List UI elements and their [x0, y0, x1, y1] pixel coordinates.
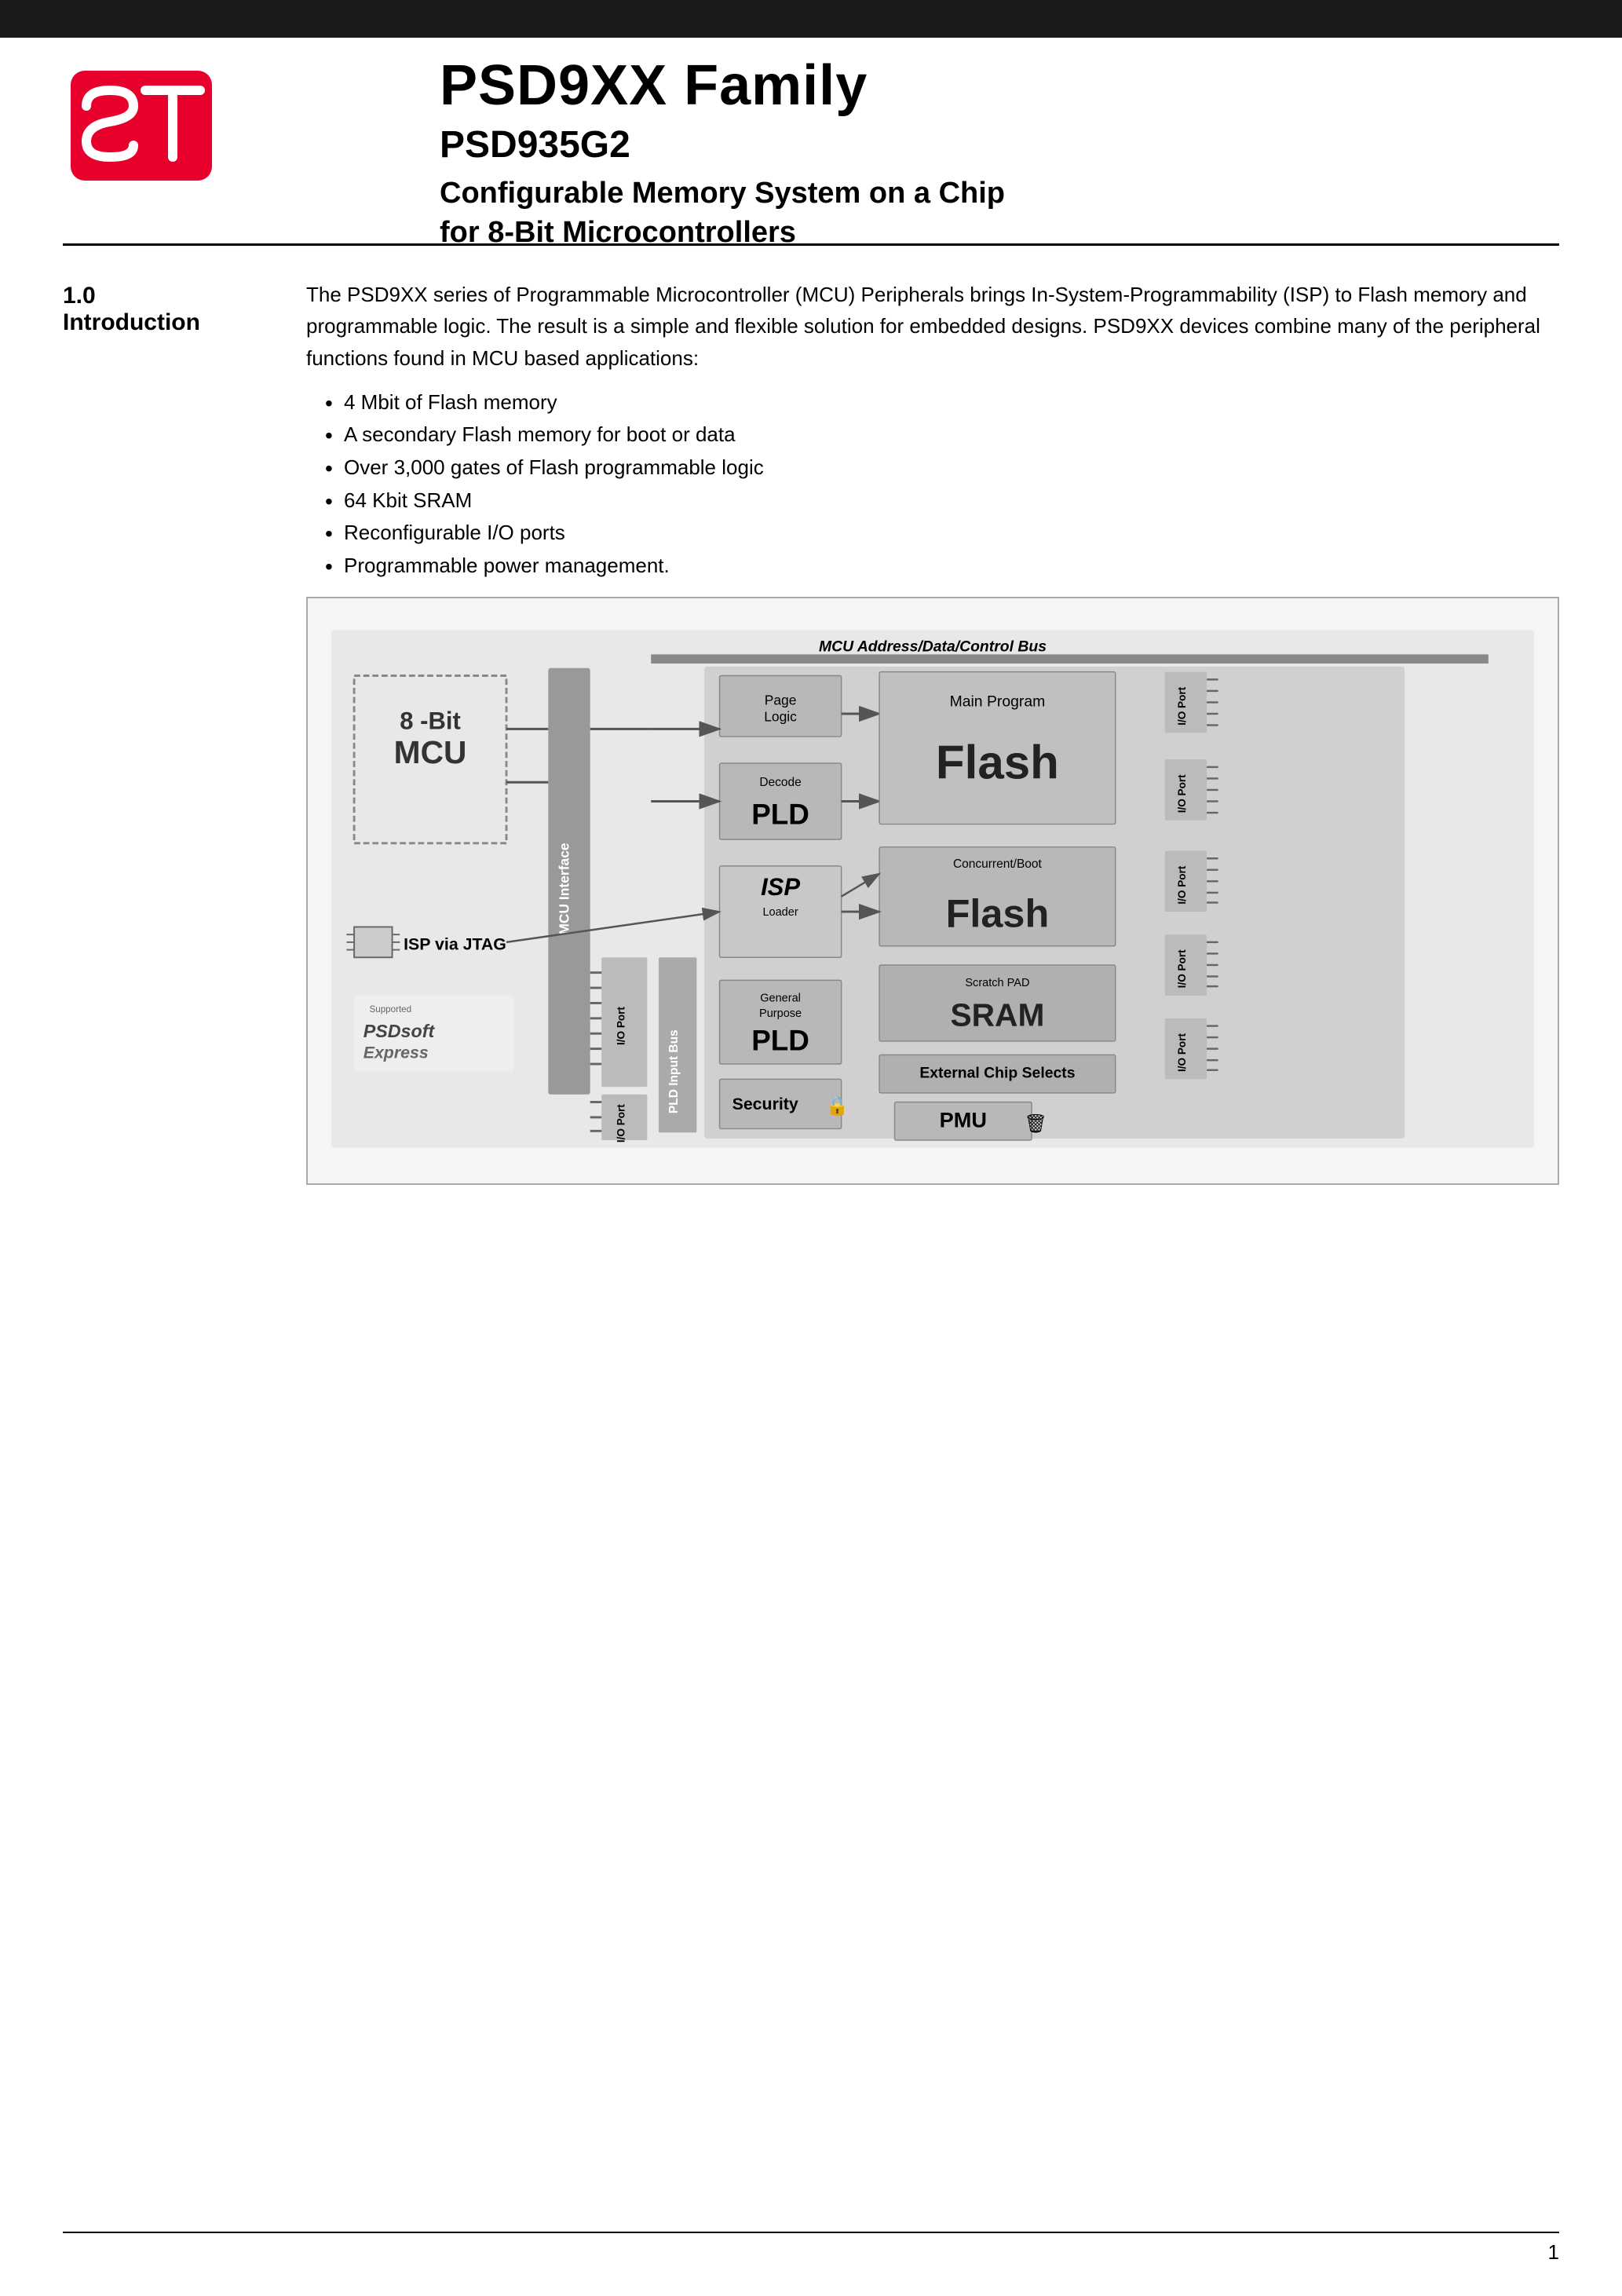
- svg-text:Concurrent/Boot: Concurrent/Boot: [953, 857, 1043, 871]
- block-diagram: MCU Address/Data/Control Bus 8 -Bit MCU …: [306, 597, 1559, 1185]
- svg-text:PSDsoft: PSDsoft: [363, 1021, 436, 1041]
- svg-text:MCU Address/Data/Control Bus: MCU Address/Data/Control Bus: [819, 638, 1047, 655]
- svg-text:Scratch PAD: Scratch PAD: [965, 977, 1029, 989]
- svg-text:External Chip Selects: External Chip Selects: [919, 1064, 1075, 1081]
- svg-text:PLD Input Bus: PLD Input Bus: [667, 1029, 681, 1113]
- svg-text:I/O Port: I/O Port: [1176, 1033, 1188, 1071]
- svg-text:SRAM: SRAM: [950, 997, 1044, 1033]
- intro-paragraph: The PSD9XX series of Programmable Microc…: [306, 279, 1559, 374]
- title-area: PSD9XX Family PSD935G2 Configurable Memo…: [440, 55, 1559, 252]
- list-item: Programmable power management.: [322, 550, 1559, 583]
- svg-text:MCU Interface: MCU Interface: [557, 843, 572, 935]
- list-item: A secondary Flash memory for boot or dat…: [322, 419, 1559, 452]
- svg-text:Supported: Supported: [369, 1004, 411, 1015]
- header-bar: [0, 0, 1622, 38]
- svg-text:I/O Port: I/O Port: [1176, 774, 1188, 813]
- architecture-diagram: MCU Address/Data/Control Bus 8 -Bit MCU …: [331, 622, 1534, 1156]
- list-item: Reconfigurable I/O ports: [322, 517, 1559, 550]
- svg-text:PLD: PLD: [751, 799, 809, 831]
- footer-divider: [63, 2232, 1559, 2233]
- svg-text:🔒: 🔒: [826, 1095, 849, 1117]
- svg-text:MCU: MCU: [394, 734, 467, 770]
- svg-text:Express: Express: [363, 1043, 429, 1062]
- list-item: Over 3,000 gates of Flash programmable l…: [322, 452, 1559, 484]
- svg-text:Flash: Flash: [946, 890, 1050, 935]
- product-family-title: PSD9XX Family: [440, 55, 1559, 117]
- svg-text:PLD: PLD: [751, 1025, 809, 1057]
- section-number: 1.0: [63, 283, 267, 309]
- svg-text:General: General: [760, 993, 801, 1005]
- svg-text:Loader: Loader: [762, 906, 798, 919]
- svg-text:I/O Port: I/O Port: [1176, 686, 1188, 725]
- svg-text:ISP via JTAG: ISP via JTAG: [404, 935, 506, 954]
- st-logo-icon: [63, 63, 220, 188]
- svg-text:🗑: 🗑: [1024, 1113, 1047, 1133]
- section-title: Introduction: [63, 309, 267, 336]
- logo-area: [63, 63, 236, 204]
- svg-text:PMU: PMU: [940, 1107, 987, 1132]
- svg-text:I/O Port: I/O Port: [1176, 865, 1188, 904]
- svg-text:8 -Bit: 8 -Bit: [400, 707, 461, 734]
- svg-text:ISP: ISP: [761, 873, 800, 901]
- product-number: PSD935G2: [440, 123, 1559, 166]
- svg-text:I/O Port: I/O Port: [1176, 949, 1188, 988]
- header-divider: [63, 243, 1559, 246]
- svg-text:Main Program: Main Program: [950, 693, 1046, 710]
- svg-text:Purpose: Purpose: [759, 1007, 802, 1020]
- svg-text:Security: Security: [732, 1095, 798, 1113]
- svg-text:Decode: Decode: [759, 776, 801, 789]
- feature-list: 4 Mbit of Flash memory A secondary Flash…: [322, 386, 1559, 583]
- content-area: The PSD9XX series of Programmable Microc…: [306, 279, 1559, 582]
- list-item: 4 Mbit of Flash memory: [322, 386, 1559, 419]
- svg-text:I/O Port: I/O Port: [615, 1104, 627, 1143]
- svg-text:Page: Page: [765, 692, 797, 707]
- svg-text:Flash: Flash: [936, 736, 1059, 788]
- svg-text:I/O Port: I/O Port: [615, 1007, 627, 1045]
- section-label: 1.0 Introduction: [63, 283, 267, 336]
- page-number: 1: [1548, 2240, 1559, 2265]
- list-item: 64 Kbit SRAM: [322, 484, 1559, 517]
- svg-text:Logic: Logic: [764, 709, 797, 725]
- product-description: Configurable Memory System on a Chip for…: [440, 174, 1559, 252]
